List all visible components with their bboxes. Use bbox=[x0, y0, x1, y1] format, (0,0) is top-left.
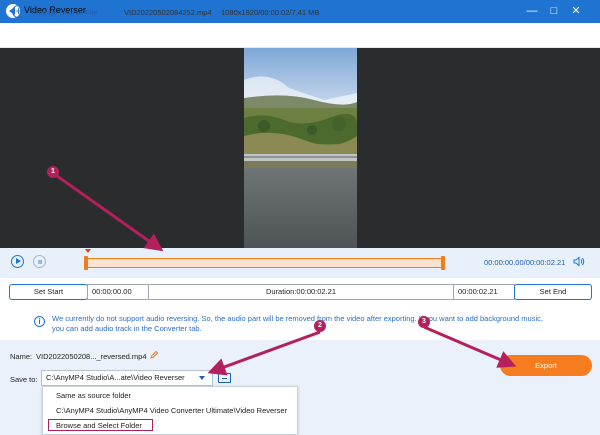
save-to-select[interactable]: C:\AnyMP4 Studio\A...ate\Video Reverser bbox=[41, 370, 213, 386]
end-time-field[interactable]: 00:00:02.21 bbox=[453, 284, 515, 300]
video-frame bbox=[244, 48, 357, 248]
source-file-name: VID20220502084252.mp4 bbox=[124, 8, 212, 17]
playhead-marker[interactable] bbox=[85, 249, 91, 253]
volume-icon[interactable] bbox=[573, 256, 585, 267]
video-thumbnail-image bbox=[244, 48, 357, 248]
duration-label: Duration:00:00:02.21 bbox=[148, 284, 454, 300]
time-display: 00:00:00.00/00:00:02.21 bbox=[484, 258, 566, 267]
info-icon: i bbox=[34, 316, 45, 327]
close-button[interactable]: ✕ bbox=[568, 3, 584, 19]
annotation-badge-1: 1 bbox=[47, 166, 59, 178]
source-file-info: 1080x1920/00:00:02/7.41 MB bbox=[221, 8, 320, 17]
start-time-field[interactable]: 00:00:00.00 bbox=[87, 284, 149, 300]
toolbar bbox=[0, 23, 600, 48]
save-to-label: Save to: bbox=[10, 375, 38, 384]
stop-button[interactable] bbox=[33, 255, 46, 268]
open-folder-icon[interactable] bbox=[218, 373, 231, 383]
set-end-button[interactable]: Set End bbox=[514, 284, 592, 300]
export-button[interactable]: Export bbox=[500, 355, 592, 376]
chevron-down-icon[interactable] bbox=[199, 376, 205, 380]
set-start-button[interactable]: Set Start bbox=[9, 284, 88, 300]
audio-notice-text: We currently do not support audio revers… bbox=[52, 314, 543, 333]
annotation-badge-2: 2 bbox=[314, 320, 326, 332]
output-name-field[interactable]: VID2022050208..._reversed.mp4 bbox=[36, 352, 147, 361]
dropdown-item-default-path[interactable]: C:\AnyMP4 Studio\AnyMP4 Video Converter … bbox=[56, 406, 287, 415]
minimize-button[interactable]: — bbox=[524, 3, 540, 19]
change-source-button[interactable]: Change Source File bbox=[31, 8, 97, 17]
play-button[interactable] bbox=[11, 255, 24, 268]
add-icon[interactable]: + bbox=[12, 5, 25, 18]
name-label: Name: bbox=[10, 352, 33, 361]
maximize-button[interactable]: □ bbox=[546, 3, 562, 19]
trim-start-handle[interactable] bbox=[84, 256, 88, 270]
trim-timeline[interactable] bbox=[86, 258, 443, 268]
trim-end-handle[interactable] bbox=[441, 256, 445, 270]
edit-pencil-icon[interactable] bbox=[149, 350, 159, 360]
annotation-badge-3: 3 bbox=[418, 316, 430, 328]
browse-folder-highlight bbox=[48, 419, 153, 431]
dropdown-item-same-as-source[interactable]: Same as source folder bbox=[56, 391, 131, 400]
